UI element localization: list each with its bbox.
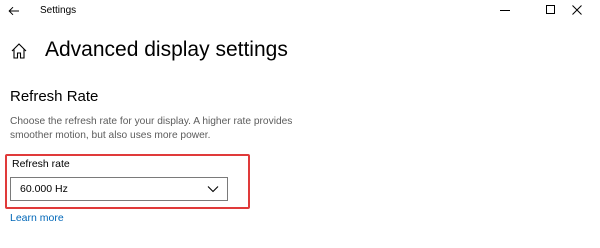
- title-bar: Settings: [0, 0, 600, 22]
- refresh-rate-dropdown[interactable]: 60.000 Hz: [10, 177, 228, 201]
- window-title: Settings: [40, 5, 77, 16]
- close-button[interactable]: [554, 0, 600, 20]
- learn-more-link[interactable]: Learn more: [10, 212, 64, 224]
- refresh-rate-description: Choose the refresh rate for your display…: [10, 116, 293, 141]
- close-icon: [572, 5, 582, 15]
- refresh-rate-label: Refresh rate: [12, 158, 70, 170]
- home-button[interactable]: [10, 42, 28, 60]
- back-button[interactable]: [3, 1, 25, 21]
- refresh-rate-selected-value: 60.000 Hz: [20, 183, 68, 195]
- section-heading-refresh-rate: Refresh Rate: [10, 88, 99, 105]
- minimize-icon: [500, 10, 510, 11]
- chevron-down-icon: [207, 186, 219, 193]
- page-title: Advanced display settings: [45, 38, 288, 61]
- back-arrow-icon: [8, 6, 19, 16]
- minimize-button[interactable]: [482, 0, 528, 20]
- home-icon: [11, 43, 27, 59]
